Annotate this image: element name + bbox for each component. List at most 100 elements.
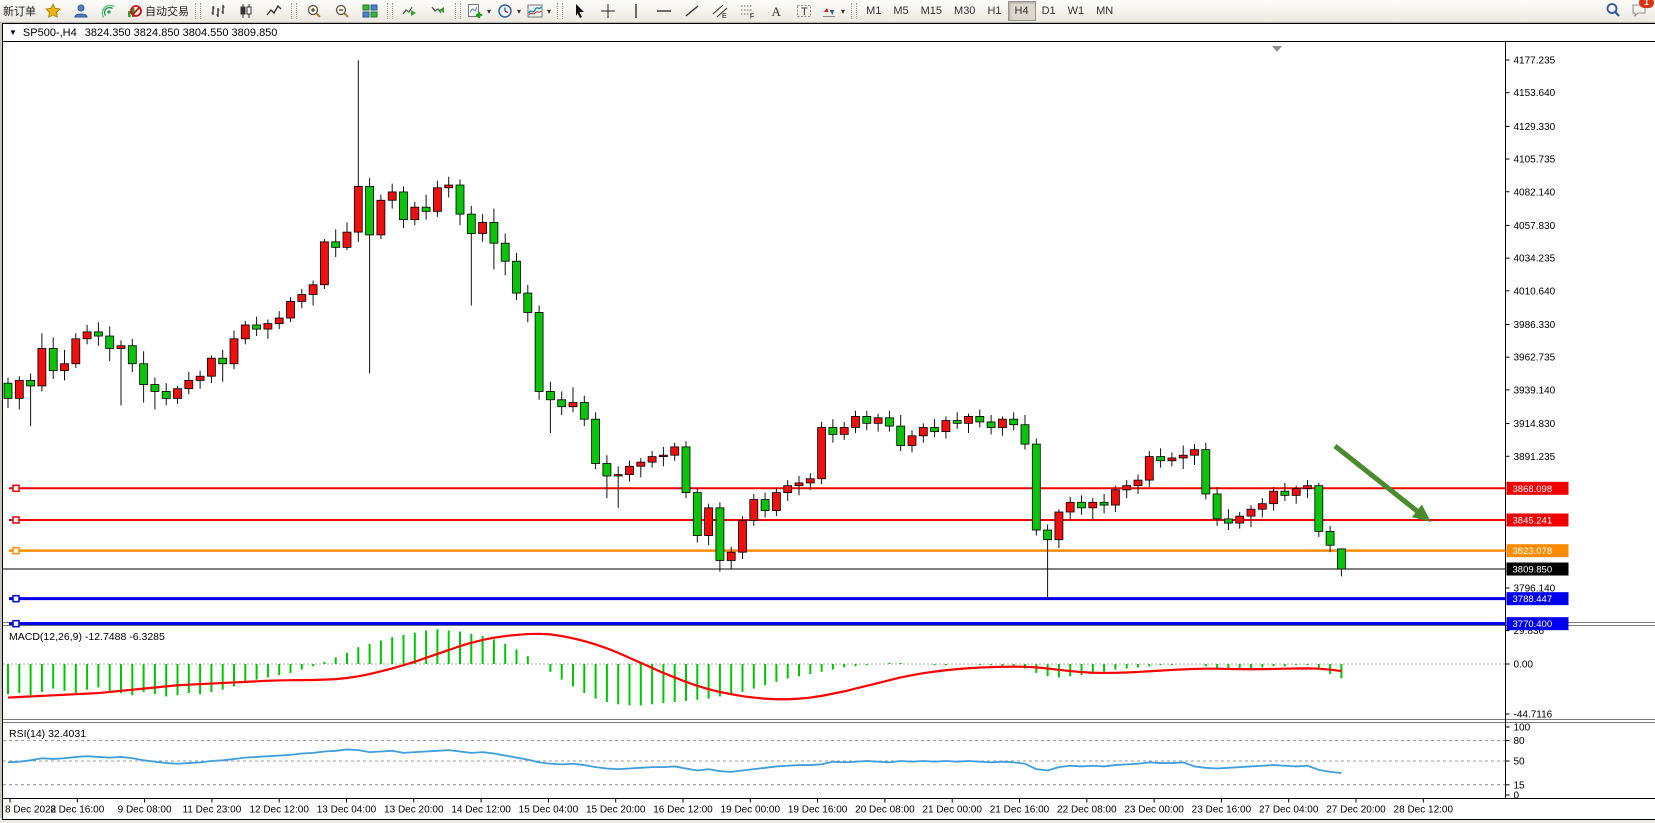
time-tick-label: 11 Dec 23:00 xyxy=(183,805,242,816)
candle-body xyxy=(818,427,826,478)
candle xyxy=(320,239,328,289)
time-tick-label: 27 Dec 04:00 xyxy=(1259,805,1319,816)
timeframe-d1-button[interactable]: D1 xyxy=(1036,2,1062,20)
bar-chart-button[interactable] xyxy=(204,0,232,22)
auto-trading-button[interactable]: 自动交易 xyxy=(123,0,192,22)
candle-body xyxy=(987,422,995,428)
candle xyxy=(422,195,430,220)
macd-tick-label: 0.00 xyxy=(1514,660,1534,671)
candle xyxy=(275,311,283,329)
chart-shift-button[interactable] xyxy=(424,0,452,22)
search-button[interactable] xyxy=(1605,2,1621,21)
candle-body xyxy=(1055,512,1063,540)
price-badge-label: 3770.400 xyxy=(1513,619,1553,630)
trendline-button[interactable] xyxy=(678,0,706,22)
fibonacci-button[interactable]: F xyxy=(734,0,762,22)
rsi-label: RSI(14) 32.4031 xyxy=(9,728,86,740)
candle-body xyxy=(275,318,283,324)
timeframe-m1-button[interactable]: M1 xyxy=(860,2,887,20)
timeframe-m5-button[interactable]: M5 xyxy=(887,2,914,20)
new-order-button[interactable]: 新订单 xyxy=(0,0,39,22)
equidistant-channel-button[interactable]: E xyxy=(706,0,734,22)
tile-windows-button[interactable] xyxy=(356,0,384,22)
timeframe-h4-button[interactable]: H4 xyxy=(1008,1,1036,21)
profile-button[interactable] xyxy=(67,0,95,22)
template-dropdown-icon[interactable]: ▾ xyxy=(547,7,551,16)
time-axis[interactable]: 8 Dec 20228 Dec 16:009 Dec 08:0011 Dec 2… xyxy=(5,799,1453,816)
candle-body xyxy=(739,520,747,552)
signals-button[interactable] xyxy=(95,0,123,22)
candle-body xyxy=(1292,488,1300,495)
level-anchor[interactable] xyxy=(13,517,19,523)
arrows-button[interactable]: ▾ xyxy=(818,0,848,22)
candle-body xyxy=(219,358,227,364)
candle-body xyxy=(309,285,317,295)
level-anchor[interactable] xyxy=(13,548,19,554)
svg-text:E: E xyxy=(722,13,727,19)
timeframe-m15-button[interactable]: M15 xyxy=(915,2,948,20)
candle xyxy=(829,419,837,443)
candle xyxy=(580,396,588,426)
candle xyxy=(298,289,306,308)
level-anchor[interactable] xyxy=(13,596,19,602)
template-button[interactable]: ▾ xyxy=(524,0,554,22)
level-anchor[interactable] xyxy=(13,621,19,627)
candle xyxy=(1066,497,1074,519)
candle-body xyxy=(433,188,441,212)
timeframe-m30-button[interactable]: M30 xyxy=(948,2,981,20)
crosshair-button[interactable] xyxy=(594,0,622,22)
candle-body xyxy=(388,192,396,200)
candle-body xyxy=(1179,455,1187,458)
trend-arrow[interactable] xyxy=(1335,446,1431,522)
timeframe-mn-button[interactable]: MN xyxy=(1090,2,1119,20)
cursor-button[interactable] xyxy=(566,0,594,22)
profile-icon xyxy=(73,3,89,19)
candle xyxy=(162,383,170,405)
period-button[interactable]: ▾ xyxy=(494,0,524,22)
candle-body xyxy=(456,185,464,214)
timeframe-h1-button[interactable]: H1 xyxy=(981,2,1007,20)
vertical-line-button[interactable] xyxy=(622,0,650,22)
text-button[interactable]: A xyxy=(762,0,790,22)
candle-body xyxy=(207,358,215,376)
candlestick-chart-button[interactable] xyxy=(232,0,260,22)
market-watch-button[interactable] xyxy=(39,0,67,22)
candle-body xyxy=(445,185,453,188)
candle xyxy=(94,322,102,346)
candle-body xyxy=(874,418,882,424)
price-tick-label: 4153.640 xyxy=(1514,88,1556,99)
text-label-button[interactable]: T xyxy=(790,0,818,22)
rsi-pane: 1008050150RSI(14) 32.4031 xyxy=(3,723,1531,802)
chat-button[interactable]: 1 xyxy=(1631,2,1647,21)
candle xyxy=(1202,443,1210,500)
candle xyxy=(592,412,600,469)
new-chart-button[interactable]: ▾ xyxy=(464,0,494,22)
horizontal-line-button[interactable] xyxy=(650,0,678,22)
candle xyxy=(739,516,747,559)
price-tick-label: 4082.140 xyxy=(1514,187,1556,198)
chart-shift-marker[interactable] xyxy=(1272,46,1282,52)
auto-scroll-button[interactable] xyxy=(396,0,424,22)
level-anchor[interactable] xyxy=(13,485,19,491)
zoom-in-button[interactable] xyxy=(300,0,328,22)
candle-body xyxy=(784,486,792,493)
price-badge-label: 3868.098 xyxy=(1513,484,1553,495)
line-chart-button[interactable] xyxy=(260,0,288,22)
timeframe-w1-button[interactable]: W1 xyxy=(1062,2,1091,20)
candle xyxy=(897,415,905,451)
collapse-icon[interactable]: ▼ xyxy=(9,28,17,37)
time-tick-label: 27 Dec 20:00 xyxy=(1326,805,1386,816)
candle-body xyxy=(4,383,12,398)
chart-window[interactable]: ▼ SP500-,H4 3824.350 3824.850 3804.550 3… xyxy=(2,23,1655,820)
zoom-out-button[interactable] xyxy=(328,0,356,22)
candle-body xyxy=(524,293,532,312)
candle xyxy=(965,414,973,433)
chart-canvas[interactable]: 4177.2354153.6404129.3304105.7354082.140… xyxy=(3,42,1655,821)
price-tick-label: 3891.235 xyxy=(1514,452,1556,463)
price-tick-label: 4057.830 xyxy=(1514,221,1556,232)
period-dropdown-icon[interactable]: ▾ xyxy=(517,7,521,16)
arrows-dropdown-icon[interactable]: ▾ xyxy=(841,7,845,16)
new-chart-dropdown-icon[interactable]: ▾ xyxy=(487,7,491,16)
candle xyxy=(467,206,475,306)
candle xyxy=(1247,505,1255,527)
